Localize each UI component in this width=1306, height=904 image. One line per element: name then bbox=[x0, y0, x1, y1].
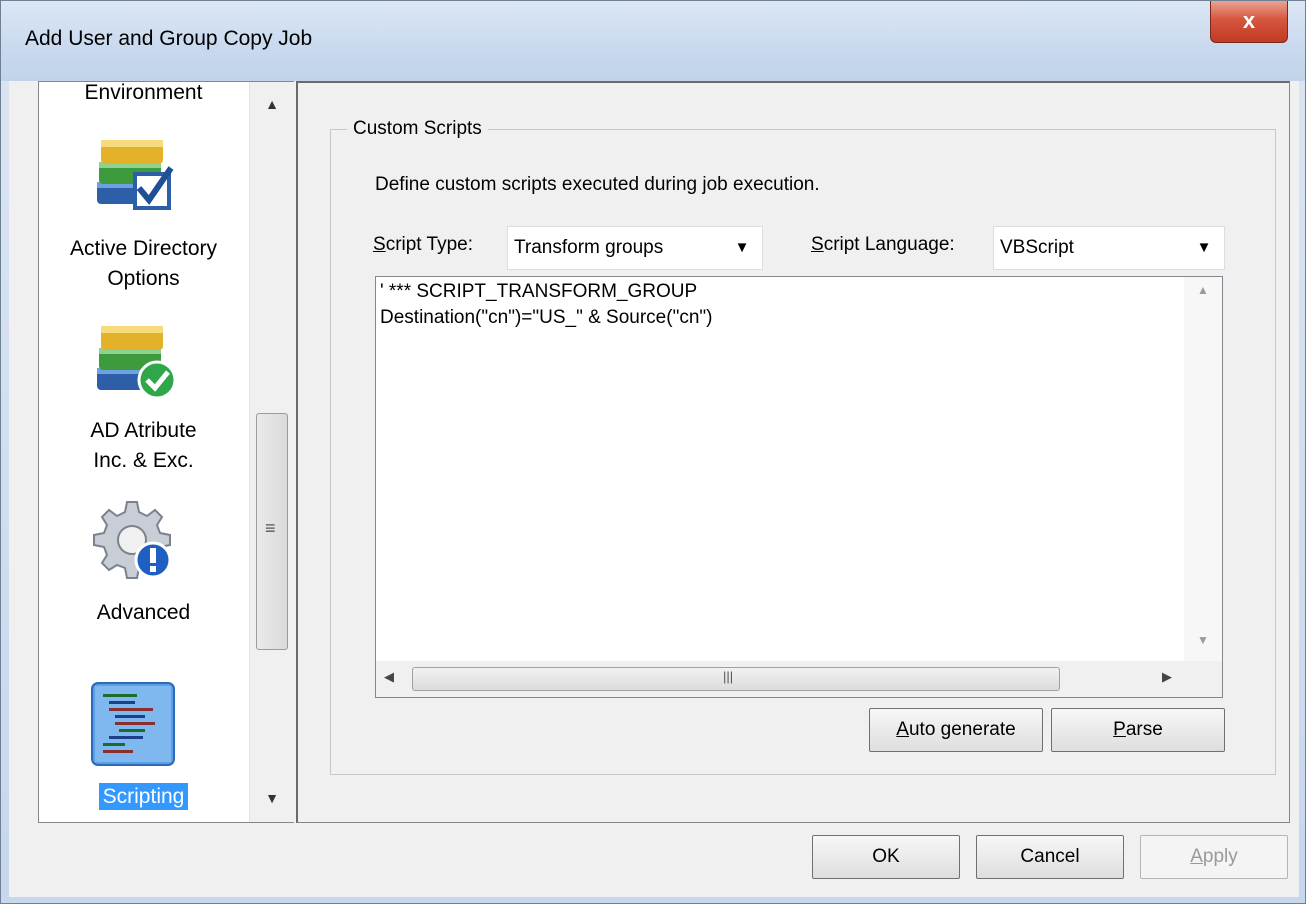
nav-item-label: Active Directory Options bbox=[69, 237, 218, 290]
script-code[interactable]: ' *** SCRIPT_TRANSFORM_GROUP Destination(… bbox=[380, 279, 712, 331]
script-type-select[interactable]: Transform groups ▼ bbox=[507, 226, 763, 270]
scroll-up-arrow-icon[interactable]: ▲ bbox=[250, 84, 294, 124]
navigator-scrollbar[interactable]: ▲ ≡ ▼ bbox=[249, 82, 294, 822]
scroll-up-arrow-icon[interactable]: ▲ bbox=[1184, 283, 1222, 297]
editor-vertical-scrollbar[interactable]: ▲ ▼ bbox=[1184, 277, 1222, 661]
window-title: Add User and Group Copy Job bbox=[25, 27, 313, 50]
script-language-label: Script Language: bbox=[811, 234, 955, 255]
scrollbar-thumb[interactable]: ≡ bbox=[256, 413, 288, 650]
auto-generate-button[interactable]: Auto generate bbox=[869, 708, 1043, 752]
dialog-window: Add User and Group Copy Job x Environmen… bbox=[0, 0, 1306, 904]
editor-horizontal-scrollbar[interactable]: ◀ ||| ▶ bbox=[376, 661, 1184, 697]
script-language-select[interactable]: VBScript ▼ bbox=[993, 226, 1225, 270]
cancel-button[interactable]: Cancel bbox=[976, 835, 1124, 879]
nav-item-label: Scripting bbox=[98, 783, 189, 810]
close-icon: x bbox=[1242, 8, 1256, 33]
settings-panel: Custom Scripts Define custom scripts exe… bbox=[296, 81, 1290, 823]
scroll-down-arrow-icon[interactable]: ▼ bbox=[250, 778, 294, 818]
apply-button[interactable]: Apply bbox=[1140, 835, 1288, 879]
nav-item-environment[interactable]: Environment bbox=[39, 82, 248, 108]
scroll-left-arrow-icon[interactable]: ◀ bbox=[384, 669, 394, 685]
grip-icon: ≡ bbox=[265, 518, 276, 538]
group-legend: Custom Scripts bbox=[347, 118, 488, 140]
code-line: ' *** SCRIPT_TRANSFORM_GROUP bbox=[380, 281, 698, 302]
nav-item-scripting[interactable]: Scripting bbox=[39, 782, 248, 812]
script-type-label: Script Type: bbox=[373, 234, 473, 255]
nav-item-label: Environment bbox=[84, 82, 203, 104]
nav-item-active-directory-options[interactable]: Active Directory Options bbox=[39, 234, 248, 294]
grip-icon: ||| bbox=[723, 669, 734, 684]
group-description: Define custom scripts executed during jo… bbox=[375, 174, 820, 195]
script-editor[interactable]: ' *** SCRIPT_TRANSFORM_GROUP Destination(… bbox=[375, 276, 1223, 698]
books-checkbox-icon bbox=[97, 140, 174, 210]
code-line: Destination("cn")="US_" & Source("cn") bbox=[380, 307, 713, 328]
nav-item-label: Advanced bbox=[96, 601, 191, 624]
title-bar: Add User and Group Copy Job x bbox=[1, 1, 1305, 81]
scrollbar-corner bbox=[1184, 661, 1222, 697]
ok-label: OK bbox=[872, 846, 900, 867]
navigator-list: Environment Active Directory Options AD … bbox=[39, 82, 248, 822]
custom-scripts-group: Custom Scripts Define custom scripts exe… bbox=[330, 118, 1276, 775]
ok-button[interactable]: OK bbox=[812, 835, 960, 879]
scroll-down-arrow-icon[interactable]: ▼ bbox=[1184, 633, 1222, 647]
close-button[interactable]: x bbox=[1210, 1, 1288, 43]
scroll-right-arrow-icon[interactable]: ▶ bbox=[1162, 669, 1172, 685]
cancel-label: Cancel bbox=[1020, 846, 1080, 867]
scrollbar-thumb[interactable]: ||| bbox=[412, 667, 1060, 691]
nav-item-ad-attribute[interactable]: AD Atribute Inc. & Exc. bbox=[39, 416, 248, 476]
dialog-client: Environment Active Directory Options AD … bbox=[9, 81, 1299, 897]
section-navigator: Environment Active Directory Options AD … bbox=[38, 81, 294, 823]
nav-item-label: AD Atribute Inc. & Exc. bbox=[90, 419, 197, 472]
dropdown-arrow-icon[interactable]: ▼ bbox=[1184, 227, 1224, 269]
script-language-value: VBScript bbox=[1000, 237, 1074, 258]
scripting-icon bbox=[91, 682, 175, 766]
gear-info-icon bbox=[93, 501, 172, 579]
script-type-value: Transform groups bbox=[514, 237, 664, 258]
parse-button[interactable]: Parse bbox=[1051, 708, 1225, 752]
books-checkmark-icon bbox=[97, 326, 177, 400]
dropdown-arrow-icon[interactable]: ▼ bbox=[722, 227, 762, 269]
nav-item-advanced[interactable]: Advanced bbox=[39, 598, 248, 628]
